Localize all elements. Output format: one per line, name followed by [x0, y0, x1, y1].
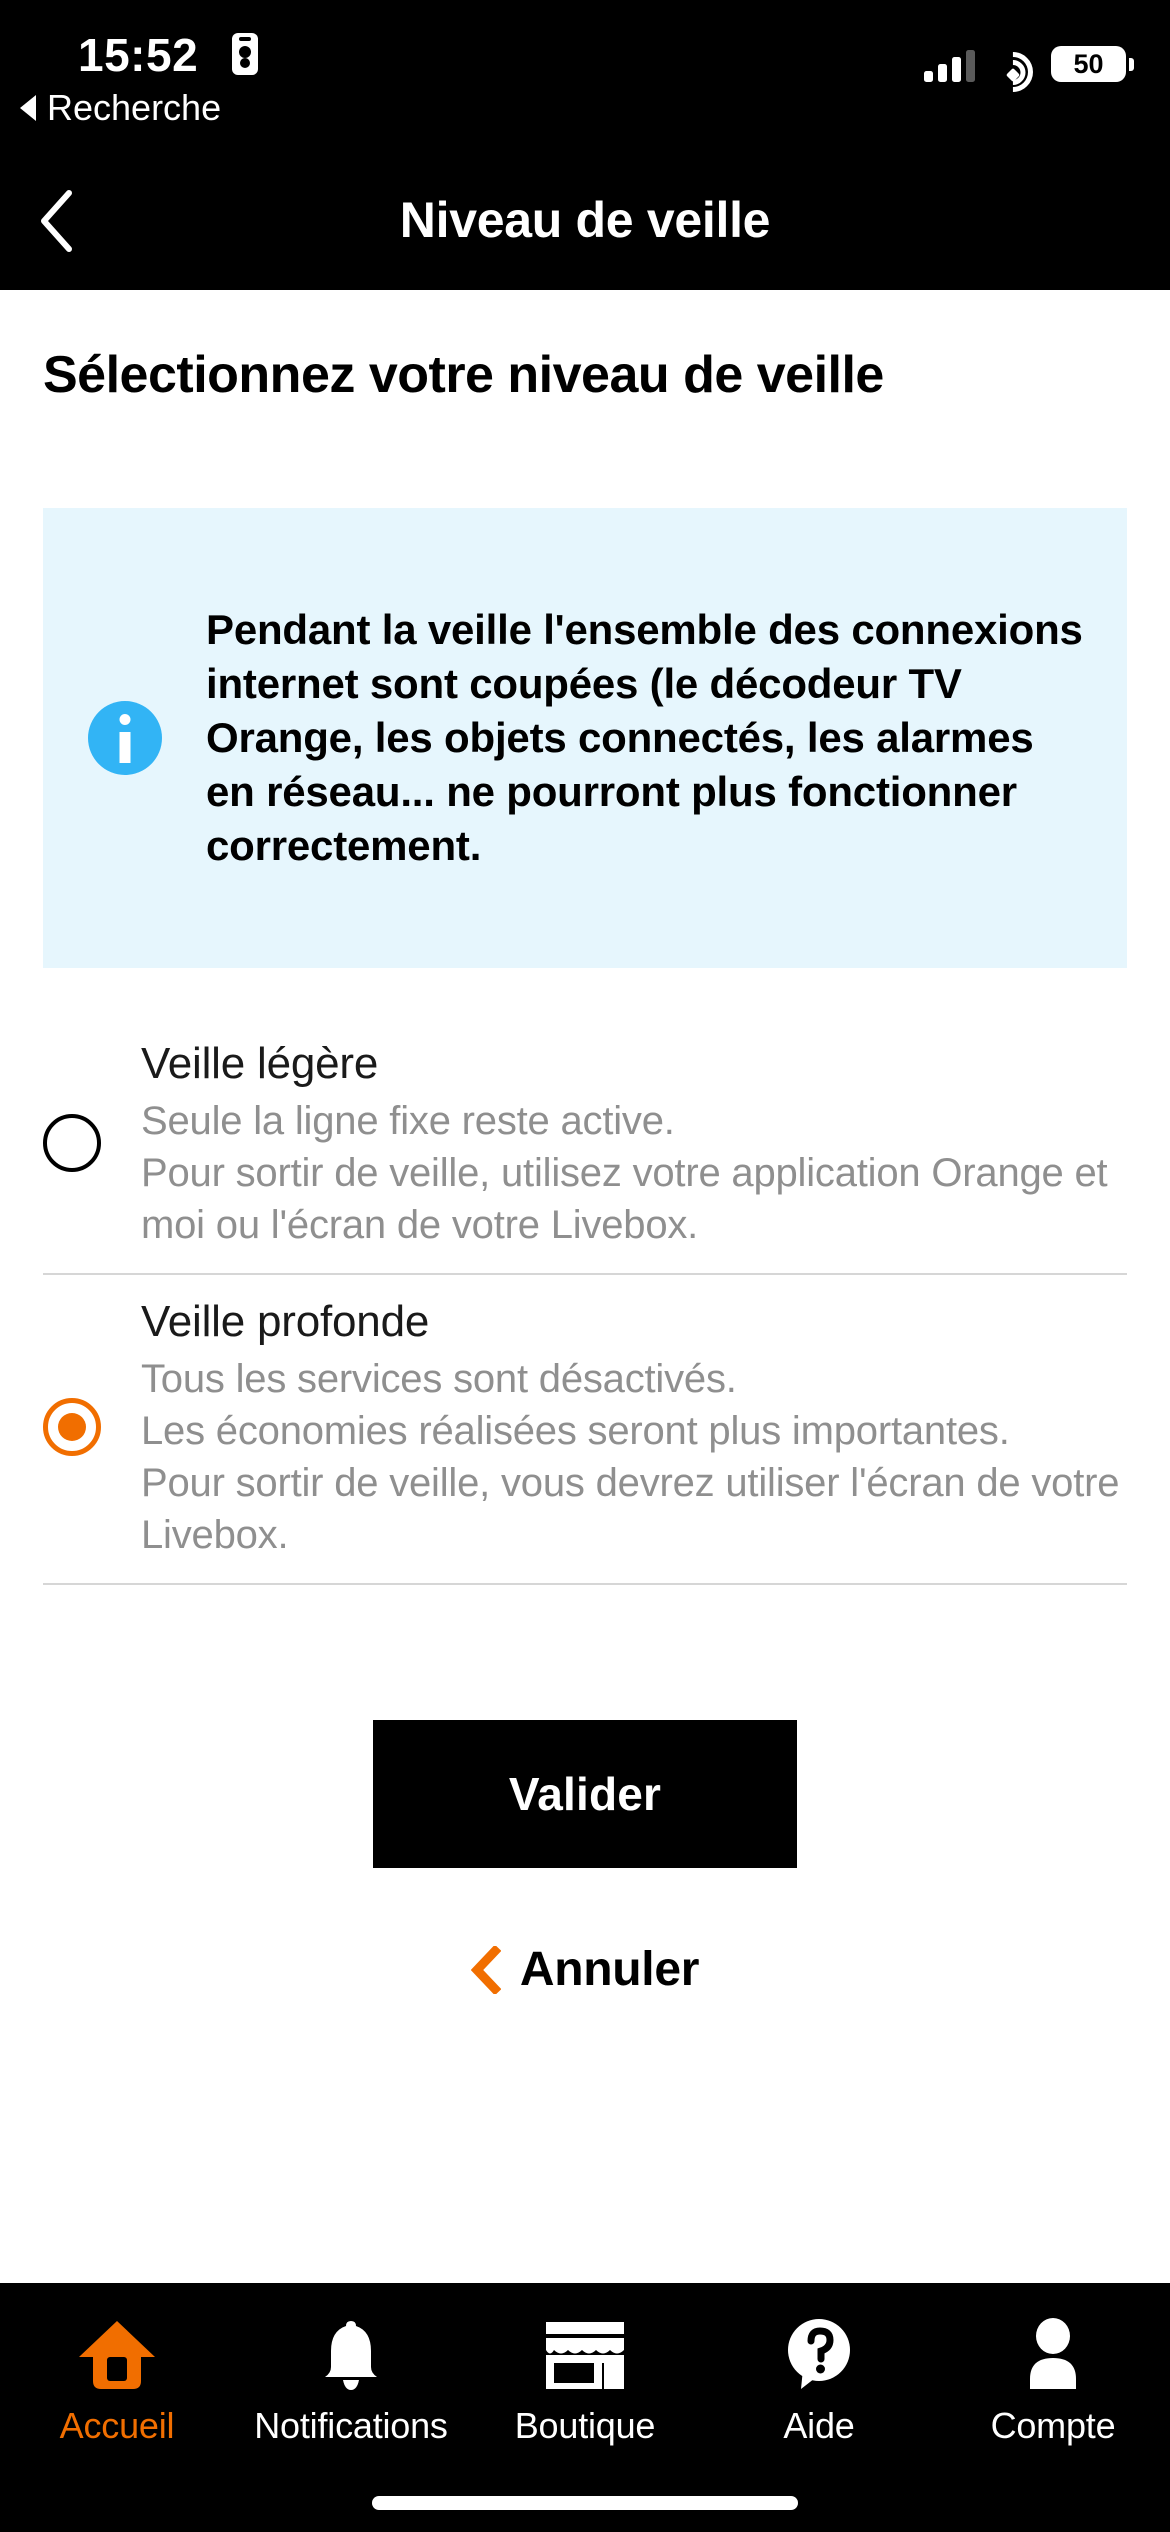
cancel-link-label: Annuler: [519, 1943, 700, 1996]
sleep-level-radio-group: Veille légère Seule la ligne fixe reste …: [0, 1015, 1170, 1585]
radio-option-title: Veille profonde: [141, 1297, 430, 1346]
radio-option-veille-legere[interactable]: Veille légère Seule la ligne fixe reste …: [0, 1017, 1170, 1273]
tab-label: Accueil: [59, 2405, 175, 2446]
home-indicator: [372, 2496, 798, 2510]
status-bar-time: 15:52: [78, 29, 199, 81]
battery-icon: 50: [1051, 46, 1134, 82]
info-icon-container: [43, 701, 206, 775]
tab-label: Notifications: [254, 2405, 448, 2446]
content-heading: Sélectionnez votre niveau de veille: [43, 346, 884, 404]
radio-option-veille-profonde[interactable]: Veille profonde Tous les services sont d…: [0, 1275, 1170, 1583]
page-title: Niveau de veille: [399, 192, 771, 248]
question-bubble-icon: [781, 2317, 857, 2393]
triangle-left-icon: [20, 95, 36, 121]
info-callout: Pendant la veille l'ensemble des connexi…: [43, 508, 1127, 968]
cancel-link[interactable]: Annuler: [0, 1940, 1170, 2000]
radio-control-container: [43, 1398, 141, 1456]
radio-option-body: Veille légère Seule la ligne fixe reste …: [141, 1035, 1127, 1251]
battery-percent-label: 50: [1073, 49, 1104, 79]
main-content: Sélectionnez votre niveau de veille Pend…: [0, 290, 1170, 2283]
radio-button-selected[interactable]: [43, 1398, 101, 1456]
radio-option-body: Veille profonde Tous les services sont d…: [141, 1293, 1127, 1561]
tab-label: Aide: [783, 2405, 855, 2446]
tab-boutique[interactable]: Boutique: [468, 2283, 702, 2448]
tab-notifications[interactable]: Notifications: [234, 2283, 468, 2448]
radio-option-title: Veille légère: [141, 1039, 379, 1088]
info-callout-text: Pendant la veille l'ensemble des connexi…: [206, 606, 1083, 869]
wifi-icon: [984, 43, 1042, 101]
option-divider: [43, 1583, 1127, 1585]
home-icon: [77, 2317, 157, 2393]
tab-compte[interactable]: Compte: [936, 2283, 1170, 2448]
app-screen: 15:52 Recherche 50 Niveau de veille Séle…: [0, 0, 1170, 2532]
back-to-app-label: Recherche: [47, 87, 222, 128]
tab-label: Compte: [990, 2405, 1116, 2446]
info-circle-icon: [87, 701, 162, 775]
radio-control-container: [43, 1114, 141, 1172]
status-bar-indicators: 50: [924, 43, 1134, 101]
tab-accueil[interactable]: Accueil: [0, 2283, 234, 2448]
bell-icon: [315, 2317, 387, 2393]
shop-icon: [542, 2317, 628, 2393]
tab-aide[interactable]: Aide: [702, 2283, 936, 2448]
radio-option-description: Tous les services sont désactivés. Les é…: [141, 1357, 1120, 1557]
navigation-header: Niveau de veille: [0, 150, 1170, 290]
radio-button-unselected[interactable]: [43, 1114, 101, 1172]
screen-record-icon: [232, 33, 258, 75]
back-to-app-link[interactable]: Recherche: [20, 84, 221, 132]
cellular-signal-icon: [924, 50, 975, 82]
bottom-tab-bar: Accueil Notifications Boutique Aide Comp…: [0, 2283, 1170, 2532]
validate-button[interactable]: Valider: [373, 1720, 797, 1868]
radio-dot-icon: [58, 1413, 86, 1441]
person-icon: [1022, 2317, 1084, 2393]
chevron-left-icon: [470, 1946, 501, 1994]
tab-label: Boutique: [514, 2405, 656, 2446]
radio-option-description: Seule la ligne fixe reste active. Pour s…: [141, 1099, 1108, 1247]
